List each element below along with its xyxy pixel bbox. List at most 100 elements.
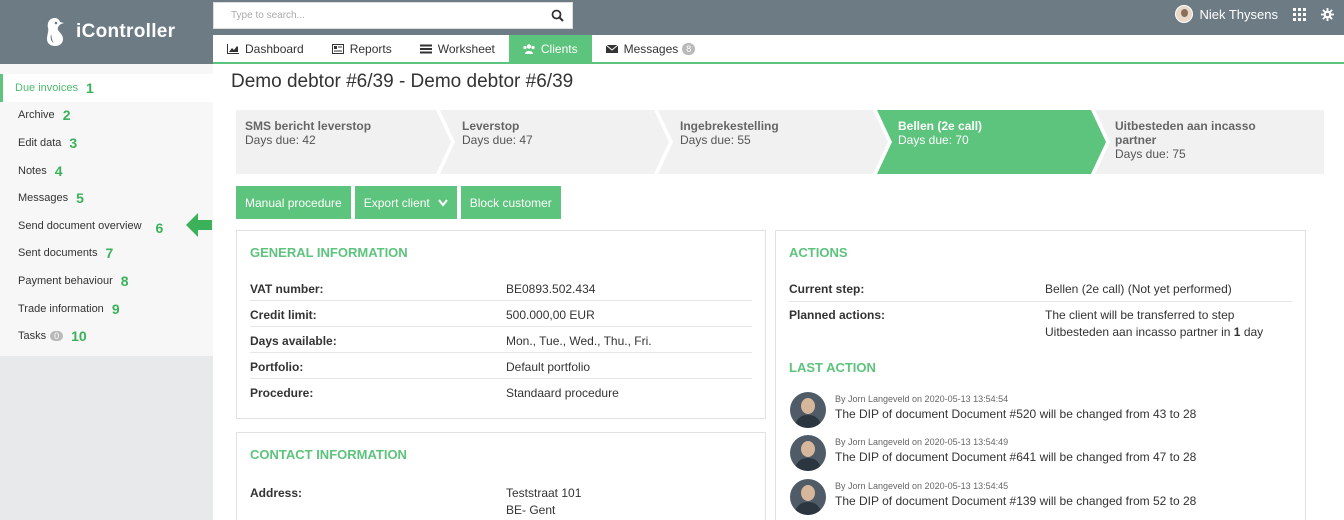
avatar [790,392,826,428]
sidebar-item-payment-behaviour[interactable]: Payment behaviour 8 [0,267,213,295]
tab-label: Dashboard [245,41,304,56]
chart-icon [227,43,239,54]
procedure-steps: SMS bericht leverstop Days due: 42 Lever… [236,110,1324,174]
step-leverstop[interactable]: Leverstop Days due: 47 [453,110,653,174]
panel-title: GENERAL INFORMATION [250,245,408,260]
messages-count-badge: 8 [682,42,696,55]
apps-grid-icon[interactable] [1293,8,1306,21]
sidebar: Due invoices 1 Archive 2 Edit data 3 Not… [0,64,213,520]
step-days-due: Days due: 75 [1115,147,1186,161]
sidebar-item-trade-information[interactable]: Trade information 9 [0,294,213,323]
users-icon [523,43,535,54]
row-value: Bellen (2e call) (Not yet performed) [1045,282,1232,296]
last-action-content: By Jorn Langeveld on 2020-05-13 13:54:49… [835,435,1196,471]
step-title: Ingebrekestelling [680,119,779,133]
sidebar-item-label: Notes [18,164,47,177]
sidebar-item-sent-documents[interactable]: Sent documents 7 [0,239,213,268]
sidebar-item-number: 10 [71,328,87,345]
portfolio-row: Portfolio: Default portfolio [250,360,752,379]
sidebar-item-number: 9 [111,300,120,317]
sidebar-menu: Due invoices 1 Archive 2 Edit data 3 Not… [0,64,213,356]
last-action-item: By Jorn Langeveld on 2020-05-13 13:54:49… [790,435,1196,471]
sidebar-item-label: Tasks [18,330,47,343]
planned-line-2-suffix: day [1240,325,1264,339]
step-days-due: Days due: 70 [898,133,969,147]
main-nav-tabs: Dashboard Reports Worksheet Clients Mess… [213,35,1344,64]
planned-actions-row: Planned actions: The client will be tran… [789,308,1292,342]
gear-icon[interactable] [1321,8,1334,21]
procedure-row: Procedure: Standaard procedure [250,386,752,405]
tab-label: Messages [623,41,679,56]
user-menu[interactable]: Niek Thysens [1175,5,1278,23]
vat-number-row: VAT number: BE0893.502.434 [250,282,752,301]
address-line-1: Teststraat 101 [506,486,582,500]
row-label: Portfolio: [250,360,304,374]
sidebar-item-send-document-overview[interactable]: Send document overview 6 [0,211,213,240]
tab-label: Clients [540,41,578,56]
tab-reports[interactable]: Reports [318,35,406,62]
step-ingebrekestelling[interactable]: Ingebrekestelling Days due: 55 [671,110,871,174]
sidebar-item-label: Send document overview [18,219,142,232]
row-value: BE0893.502.434 [506,282,596,296]
sidebar-item-number: 4 [54,162,63,179]
planned-line-2-text: Uitbesteden aan incasso partner in [1045,325,1234,339]
step-days-due: Days due: 55 [680,133,751,147]
sidebar-item-number: 8 [120,272,129,289]
sidebar-item-due-invoices[interactable]: Due invoices 1 [0,74,213,102]
row-label: Days available: [250,334,337,348]
last-action-title: LAST ACTION [789,360,876,375]
sidebar-item-edit-data[interactable]: Edit data 3 [0,129,213,157]
export-client-button[interactable]: Export client [354,186,457,219]
sidebar-item-notes[interactable]: Notes 4 [0,156,213,185]
last-action-text: The DIP of document Document #139 will b… [835,494,1197,508]
tab-messages[interactable]: Messages 8 [592,35,710,62]
step-title: Leverstop [462,119,520,133]
actions-panel: ACTIONS Current step: Bellen (2e call) (… [775,230,1306,520]
block-customer-button[interactable]: Block customer [460,186,561,219]
sidebar-item-messages[interactable]: Messages 5 [0,184,213,212]
tab-worksheet[interactable]: Worksheet [406,35,509,62]
search-input[interactable] [231,10,541,21]
manual-procedure-button[interactable]: Manual procedure [236,186,351,219]
sidebar-item-tasks[interactable]: Tasks 0 10 [0,322,213,350]
row-label: Procedure: [250,386,314,400]
tab-dashboard[interactable]: Dashboard [213,35,318,62]
step-uitbesteden-aan-incasso-partner[interactable]: Uitbesteden aan incasso partner Days due… [1106,110,1296,174]
step-title: Uitbesteden aan incasso partner [1115,119,1256,147]
last-action-meta: By Jorn Langeveld on 2020-05-13 13:54:49 [835,437,1009,447]
envelope-icon [605,44,618,53]
step-days-due: Days due: 47 [462,133,533,147]
page-title: Demo debtor #6/39 - Demo debtor #6/39 [231,71,574,92]
planned-line-2: Uitbesteden aan incasso partner in 1 day [1045,325,1263,339]
avatar [1175,5,1194,23]
list-icon [419,44,432,53]
row-value: The client will be transferred to step U… [1045,308,1263,342]
sidebar-item-label: Due invoices [15,81,78,94]
tasks-count-badge: 0 [50,331,64,342]
last-action-text: The DIP of document Document #641 will b… [835,450,1197,464]
row-label: VAT number: [250,282,324,296]
row-value: Mon., Tue., Wed., Thu., Fri. [506,334,652,348]
tab-clients[interactable]: Clients [508,35,592,62]
credit-limit-row: Credit limit: 500.000,00 EUR [250,308,752,327]
tab-label: Worksheet [437,41,495,56]
address-row: Address: Teststraat 101 BE- Gent [250,486,752,520]
planned-line-1: The client will be transferred to step [1045,308,1235,322]
sidebar-item-number: 3 [69,134,78,151]
search-icon[interactable] [551,9,564,22]
contact-information-panel: CONTACT INFORMATION Address: Teststraat … [236,432,766,520]
step-bellen-2e-call[interactable]: Bellen (2e call) Days due: 70 [889,110,1089,174]
step-title: Bellen (2e call) [898,119,983,133]
app-logo[interactable]: iController [0,0,213,64]
step-sms-bericht-leverstop[interactable]: SMS bericht leverstop Days due: 42 [236,110,436,174]
row-value: Standaard procedure [506,386,619,400]
last-action-text: The DIP of document Document #520 will b… [835,407,1197,421]
sidebar-item-archive[interactable]: Archive 2 [0,101,213,130]
general-information-panel: GENERAL INFORMATION VAT number: BE0893.5… [236,230,766,419]
search-box [213,2,573,29]
address-line-2: BE- Gent [506,503,556,517]
action-buttons: Manual procedure Export client Block cus… [236,186,561,219]
row-label: Current step: [789,282,865,296]
row-label: Credit limit: [250,308,317,322]
user-name: Niek Thysens [1199,6,1278,22]
